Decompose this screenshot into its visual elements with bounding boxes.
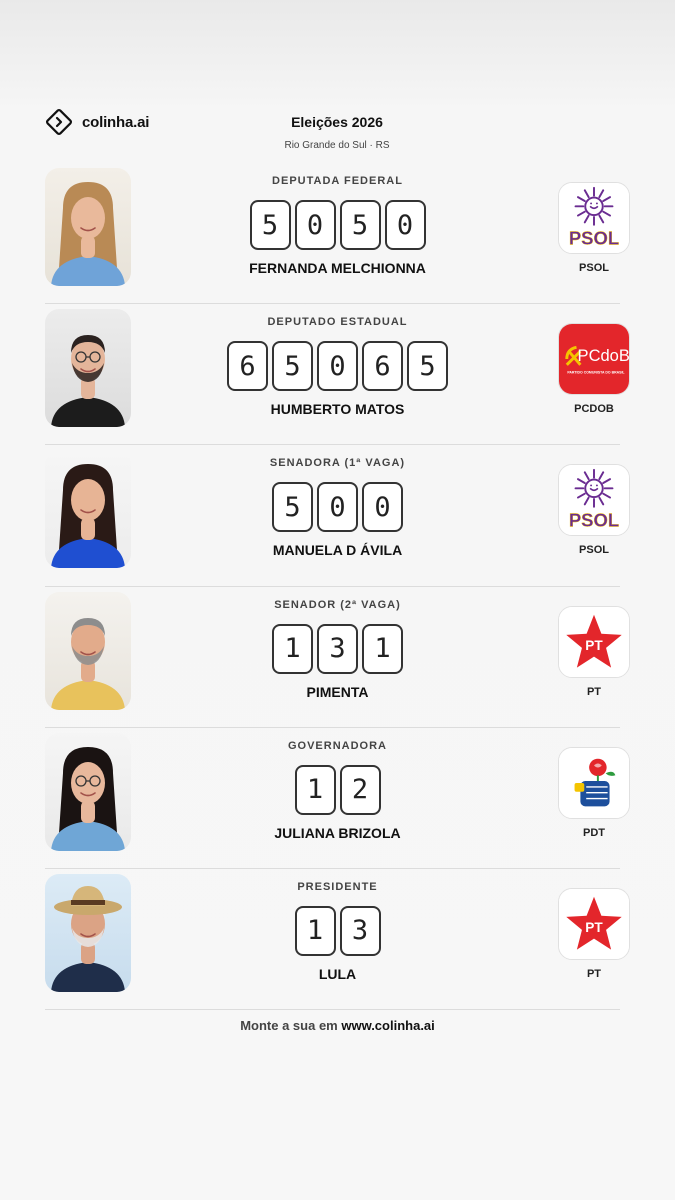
party-name: PSOL bbox=[579, 262, 609, 274]
number-digit: 6 bbox=[227, 341, 268, 392]
candidate-name: JULIANA BRIZOLA bbox=[274, 824, 401, 841]
office-label: SENADOR (2ª VAGA) bbox=[274, 598, 401, 611]
party-block: PSOL PSOL PSOL bbox=[558, 182, 630, 274]
candidate-info: DEPUTADA FEDERAL 5050 FERNANDA MELCHIONN… bbox=[145, 175, 530, 276]
number-digit: 0 bbox=[384, 200, 426, 250]
office-label: GOVERNADORA bbox=[287, 739, 387, 752]
party-name: PT bbox=[586, 967, 602, 980]
party-name: PT bbox=[586, 685, 602, 698]
office-label: PRESIDENTE bbox=[297, 880, 378, 893]
psol-logo: PSOL PSOL bbox=[558, 182, 630, 254]
svg-text:PARTIDO COMUNISTA DO BRASIL: PARTIDO COMUNISTA DO BRASIL bbox=[567, 371, 625, 375]
party-name: PSOL bbox=[579, 544, 609, 557]
number-digit: 5 bbox=[407, 341, 448, 392]
title-block: Eleições 2026 Rio Grande do Sul · RS bbox=[187, 114, 487, 151]
number-digit: 3 bbox=[317, 623, 358, 674]
footer: Monte a sua em www.colinha.ai bbox=[0, 1018, 675, 1033]
number-digit: 2 bbox=[339, 764, 381, 815]
number-digit: 1 bbox=[272, 623, 313, 674]
number-digit: 0 bbox=[317, 482, 358, 533]
office-label: SENADORA (1ª VAGA) bbox=[269, 457, 406, 470]
svg-text:PT: PT bbox=[585, 920, 603, 935]
candidate-info: GOVERNADORA 12 JULIANA BRIZOLA bbox=[145, 740, 530, 841]
party-block: PCdoB PARTIDO COMUNISTA DO BRASIL PCDOB bbox=[558, 323, 630, 415]
svg-text:PSOL: PSOL bbox=[569, 510, 619, 531]
candidate-info: SENADOR (2ª VAGA) 131 PIMENTA bbox=[145, 599, 530, 700]
number-digit: 0 bbox=[317, 341, 358, 392]
svg-text:PT: PT bbox=[585, 637, 603, 652]
candidate-row: SENADOR (2ª VAGA) 131 PIMENTA PT PT bbox=[45, 587, 630, 728]
candidate-list: DEPUTADA FEDERAL 5050 FERNANDA MELCHIONN… bbox=[45, 163, 630, 1011]
party-block: PDT bbox=[558, 746, 630, 839]
page-title: Eleições 2026 bbox=[291, 114, 383, 130]
svg-text:PSOL: PSOL bbox=[569, 227, 619, 248]
candidate-photo bbox=[45, 450, 131, 569]
office-label: DEPUTADO ESTADUAL bbox=[267, 316, 408, 329]
candidate-name: LULA bbox=[318, 965, 357, 982]
candidate-row: DEPUTADO ESTADUAL 65065 HUMBERTO MATOS P… bbox=[45, 304, 630, 446]
party-name: PCDOB bbox=[574, 403, 614, 416]
page-subtitle: Rio Grande do Sul · RS bbox=[284, 140, 390, 151]
candidate-row: PRESIDENTE 13 LULA PT PT bbox=[45, 869, 630, 1011]
candidate-photo bbox=[45, 309, 131, 428]
party-name: PDT bbox=[583, 826, 605, 839]
candidate-number: 131 bbox=[145, 623, 530, 674]
number-digit: 5 bbox=[272, 482, 313, 533]
footer-link[interactable]: www.colinha.ai bbox=[341, 1018, 434, 1033]
svg-text:PCdoB: PCdoB bbox=[578, 346, 629, 365]
candidate-photo bbox=[45, 168, 131, 286]
candidate-photo bbox=[45, 873, 131, 992]
pt-logo: PT bbox=[558, 887, 630, 960]
header: colinha.ai Eleições 2026 Rio Grande do S… bbox=[0, 106, 675, 154]
candidate-info: PRESIDENTE 13 LULA bbox=[145, 881, 530, 982]
footer-prefix: Monte a sua em bbox=[240, 1018, 342, 1033]
row-divider bbox=[45, 1009, 620, 1011]
number-digit: 3 bbox=[339, 905, 381, 956]
candidate-number: 12 bbox=[145, 764, 530, 815]
brand-name: colinha.ai bbox=[82, 113, 150, 131]
number-digit: 1 bbox=[362, 623, 403, 674]
number-digit: 1 bbox=[294, 764, 336, 815]
candidate-number: 500 bbox=[145, 482, 530, 533]
candidate-name: MANUELA D ÁVILA bbox=[272, 542, 403, 559]
candidate-number: 65065 bbox=[145, 341, 530, 392]
party-block: PT PT bbox=[558, 605, 630, 698]
candidate-number: 5050 bbox=[145, 200, 530, 250]
candidate-info: DEPUTADO ESTADUAL 65065 HUMBERTO MATOS bbox=[145, 316, 530, 417]
candidate-row: DEPUTADA FEDERAL 5050 FERNANDA MELCHIONN… bbox=[45, 163, 630, 305]
number-digit: 1 bbox=[294, 905, 336, 956]
candidate-name: PIMENTA bbox=[306, 683, 369, 700]
number-digit: 6 bbox=[362, 341, 403, 392]
number-digit: 0 bbox=[362, 482, 403, 533]
candidate-row: SENADORA (1ª VAGA) 500 MANUELA D ÁVILA P… bbox=[45, 445, 630, 587]
pt-logo: PT bbox=[558, 605, 630, 678]
party-block: PT PT bbox=[558, 887, 630, 980]
candidate-name: FERNANDA MELCHIONNA bbox=[249, 260, 426, 276]
psol-logo: PSOL PSOL bbox=[558, 464, 630, 537]
number-digit: 5 bbox=[249, 200, 291, 250]
pcdob-logo: PCdoB PARTIDO COMUNISTA DO BRASIL bbox=[558, 323, 630, 396]
candidate-name: HUMBERTO MATOS bbox=[270, 401, 405, 418]
candidate-info: SENADORA (1ª VAGA) 500 MANUELA D ÁVILA bbox=[145, 457, 530, 558]
colinha-logo-icon bbox=[46, 109, 72, 135]
candidate-row: GOVERNADORA 12 JULIANA BRIZOLA PDT bbox=[45, 728, 630, 869]
number-digit: 5 bbox=[272, 341, 313, 392]
brand-logo[interactable]: colinha.ai bbox=[45, 108, 149, 136]
candidate-number: 13 bbox=[145, 905, 530, 956]
party-block: PSOL PSOL PSOL bbox=[558, 464, 630, 556]
number-digit: 5 bbox=[339, 200, 381, 250]
candidate-photo bbox=[45, 732, 131, 851]
number-digit: 0 bbox=[294, 200, 336, 250]
office-label: DEPUTADA FEDERAL bbox=[272, 175, 403, 187]
candidate-photo bbox=[45, 591, 131, 710]
pdt-logo bbox=[558, 746, 630, 819]
